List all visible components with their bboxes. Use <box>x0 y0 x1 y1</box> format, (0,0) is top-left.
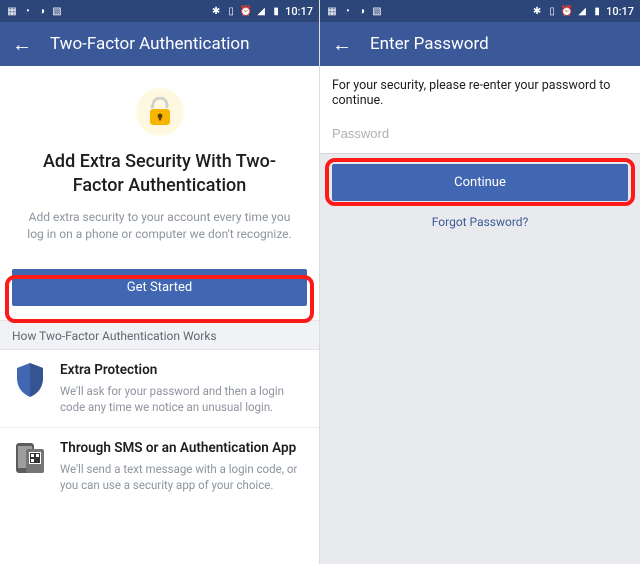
alarm-icon: ⏰ <box>240 5 252 17</box>
notif-icon: ◔ <box>341 5 353 17</box>
get-started-button[interactable]: Get Started <box>12 269 307 306</box>
forgot-label: Forgot Password? <box>432 215 528 229</box>
alarm-icon: ⏰ <box>561 5 573 17</box>
back-arrow-icon[interactable]: ← <box>12 34 32 54</box>
appbar-title: Enter Password <box>370 34 489 54</box>
appbar-title: Two-Factor Authentication <box>50 34 249 54</box>
hero-section: Add Extra Security With Two-Factor Authe… <box>0 66 319 257</box>
content-area: For your security, please re-enter your … <box>320 66 640 564</box>
bluetooth-icon: ✱ <box>531 5 543 17</box>
clock-text: 10:17 <box>606 5 634 18</box>
forgot-password-link[interactable]: Forgot Password? <box>320 205 640 239</box>
hero-title: Add Extra Security With Two-Factor Authe… <box>20 150 299 199</box>
get-started-label: Get Started <box>127 280 192 295</box>
info-title: Through SMS or an Authentication App <box>60 440 307 458</box>
notif-icon: ◑ <box>36 5 48 17</box>
info-desc: We'll send a text message with a login c… <box>60 461 307 493</box>
content-area: Add Extra Security With Two-Factor Authe… <box>0 66 319 564</box>
app-bar: ← Two-Factor Authentication <box>0 22 319 66</box>
shield-icon <box>12 362 48 398</box>
notif-icon: ▧ <box>51 5 63 17</box>
clock-text: 10:17 <box>285 5 313 18</box>
bluetooth-icon: ✱ <box>210 5 222 17</box>
notif-icon: ▦ <box>326 5 338 17</box>
status-bar: ▦ ◔ ◑ ▧ ✱ ▯ ⏰ ◢ ▮ 10:17 <box>0 0 319 22</box>
phone-sms-icon <box>12 440 48 476</box>
section-header: How Two-Factor Authentication Works <box>0 320 319 350</box>
password-card: For your security, please re-enter your … <box>320 66 640 154</box>
vibrate-icon: ▯ <box>546 5 558 17</box>
screen-enter-password: ▦ ◔ ◑ ▧ ✱ ▯ ⏰ ◢ ▮ 10:17 ← Enter Password… <box>320 0 640 564</box>
notif-icon: ▦ <box>6 5 18 17</box>
screen-two-factor: ▦ ◔ ◑ ▧ ✱ ▯ ⏰ ◢ ▮ 10:17 ← Two-Factor Aut… <box>0 0 320 564</box>
notif-icon: ◑ <box>356 5 368 17</box>
password-input[interactable] <box>320 116 640 153</box>
battery-icon: ▮ <box>270 5 282 17</box>
signal-icon: ◢ <box>255 5 267 17</box>
continue-label: Continue <box>454 175 506 190</box>
info-item-extra-protection: Extra Protection We'll ask for your pass… <box>0 350 319 428</box>
notif-icon: ◔ <box>21 5 33 17</box>
info-desc: We'll ask for your password and then a l… <box>60 383 307 415</box>
info-item-sms-app: Through SMS or an Authentication App We'… <box>0 428 319 505</box>
vibrate-icon: ▯ <box>225 5 237 17</box>
status-bar: ▦ ◔ ◑ ▧ ✱ ▯ ⏰ ◢ ▮ 10:17 <box>320 0 640 22</box>
continue-button[interactable]: Continue <box>332 164 628 201</box>
back-arrow-icon[interactable]: ← <box>332 34 352 54</box>
info-title: Extra Protection <box>60 362 307 380</box>
lock-icon <box>136 88 184 136</box>
battery-icon: ▮ <box>591 5 603 17</box>
hero-subtitle: Add extra security to your account every… <box>20 209 299 244</box>
notif-icon: ▧ <box>371 5 383 17</box>
signal-icon: ◢ <box>576 5 588 17</box>
app-bar: ← Enter Password <box>320 22 640 66</box>
security-message: For your security, please re-enter your … <box>320 66 640 116</box>
